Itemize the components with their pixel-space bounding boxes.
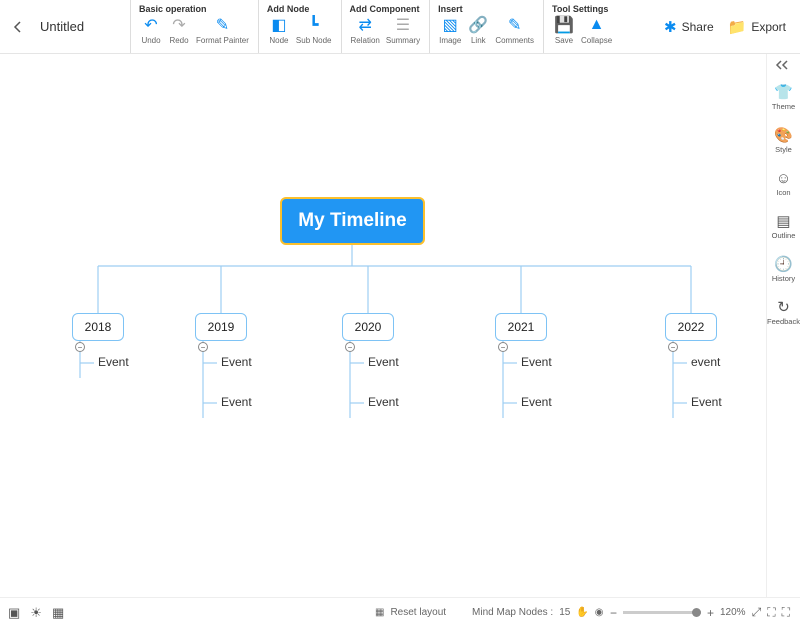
event-node[interactable]: Event	[368, 395, 399, 409]
save-button[interactable]: 💾Save	[550, 16, 578, 45]
fit-icon[interactable]: ⤢	[752, 605, 762, 620]
zoom-in-button[interactable]: +	[707, 606, 714, 620]
reset-layout-label[interactable]: Reset layout	[390, 607, 446, 618]
pan-icon[interactable]: ✋	[576, 607, 588, 618]
eye-icon[interactable]: ◉	[595, 607, 604, 618]
event-node[interactable]: Event	[98, 355, 129, 369]
fullscreen-select-icon[interactable]: ⛶	[767, 605, 775, 620]
subnode-button[interactable]: ┗Sub Node	[293, 16, 335, 45]
canvas[interactable]: My Timeline 2018−Event2019−EventEvent202…	[0, 54, 766, 597]
year-node[interactable]: 2019	[195, 313, 247, 341]
collapse-toggle[interactable]: −	[498, 342, 508, 352]
undo-button[interactable]: ↶Undo	[137, 16, 165, 45]
back-button[interactable]	[8, 17, 28, 37]
event-node[interactable]: Event	[521, 355, 552, 369]
side-panel: 👕Theme 🎨Style ☺Icon ▤Outline 🕘History ↻F…	[766, 54, 800, 597]
group-title-tool: Tool Settings	[550, 4, 615, 14]
collapse-toggle[interactable]: −	[668, 342, 678, 352]
group-title-insert: Insert	[436, 4, 537, 14]
summary-button[interactable]: ☰Summary	[383, 16, 423, 45]
share-button[interactable]: ✱Share	[664, 18, 714, 36]
nodes-label: Mind Map Nodes :	[472, 607, 553, 618]
zoom-level: 120%	[720, 607, 746, 618]
redo-button[interactable]: ↷Redo	[165, 16, 193, 45]
nodes-count: 15	[559, 607, 570, 618]
collapse-button[interactable]: ▲Collapse	[578, 16, 615, 45]
node-button[interactable]: ◧Node	[265, 16, 293, 45]
side-feedback[interactable]: ↻Feedback	[767, 291, 800, 334]
year-node[interactable]: 2021	[495, 313, 547, 341]
reset-layout-icon[interactable]: ▦	[375, 607, 384, 618]
format-painter-button[interactable]: ✎Format Painter	[193, 16, 252, 45]
expand-icon[interactable]: ⛶	[782, 605, 790, 620]
event-node[interactable]: Event	[691, 395, 722, 409]
relation-button[interactable]: ⇄Relation	[348, 16, 383, 45]
event-node[interactable]: Event	[221, 395, 252, 409]
comments-button[interactable]: ✎Comments	[492, 16, 537, 45]
status-brightness-icon[interactable]: ☀	[30, 605, 42, 621]
status-map-icon[interactable]: ▦	[52, 605, 64, 621]
link-button[interactable]: 🔗Link	[464, 16, 492, 45]
mindmap-root-node[interactable]: My Timeline	[280, 197, 425, 245]
collapse-toggle[interactable]: −	[345, 342, 355, 352]
status-layers-icon[interactable]: ▣	[8, 605, 20, 621]
zoom-slider[interactable]	[623, 611, 701, 614]
side-style[interactable]: 🎨Style	[767, 119, 800, 162]
side-outline[interactable]: ▤Outline	[767, 205, 800, 248]
top-toolbar: Untitled Basic operation ↶Undo ↷Redo ✎Fo…	[0, 0, 800, 54]
side-theme[interactable]: 👕Theme	[767, 76, 800, 119]
export-button[interactable]: 📁Export	[728, 18, 786, 36]
event-node[interactable]: Event	[221, 355, 252, 369]
side-history[interactable]: 🕘History	[767, 248, 800, 291]
year-node[interactable]: 2022	[665, 313, 717, 341]
group-title-node: Add Node	[265, 4, 335, 14]
document-title[interactable]: Untitled	[40, 19, 84, 34]
side-icon[interactable]: ☺Icon	[767, 162, 800, 205]
event-node[interactable]: Event	[521, 395, 552, 409]
sidebar-collapse-button[interactable]	[767, 54, 800, 76]
image-button[interactable]: ▧Image	[436, 16, 464, 45]
event-node[interactable]: Event	[368, 355, 399, 369]
event-node[interactable]: event	[691, 355, 720, 369]
collapse-toggle[interactable]: −	[198, 342, 208, 352]
zoom-out-button[interactable]: −	[610, 606, 617, 620]
status-bar: ▣ ☀ ▦ ▦ Reset layout Mind Map Nodes : 15…	[0, 597, 800, 627]
group-title-component: Add Component	[348, 4, 424, 14]
year-node[interactable]: 2020	[342, 313, 394, 341]
year-node[interactable]: 2018	[72, 313, 124, 341]
collapse-toggle[interactable]: −	[75, 342, 85, 352]
group-title-basic: Basic operation	[137, 4, 252, 14]
